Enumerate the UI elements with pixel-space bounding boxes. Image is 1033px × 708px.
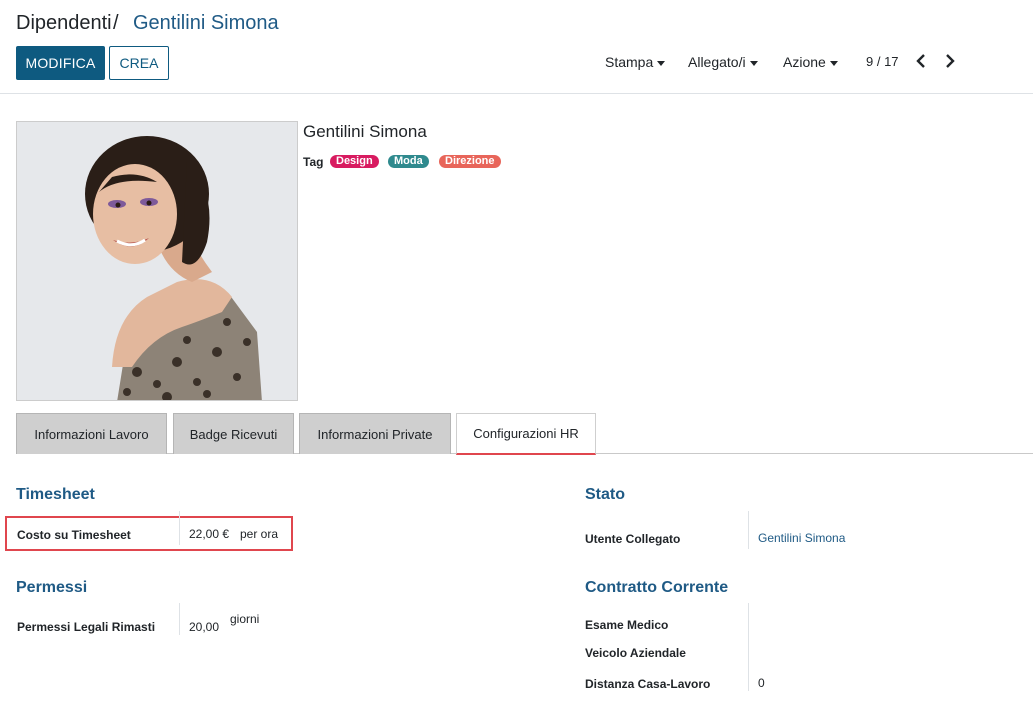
caret-down-icon [657,60,666,66]
field-separator [179,511,180,545]
linked-user-label: Utente Collegato [585,532,681,546]
legal-leaves-unit: giorni [230,612,260,626]
home-work-distance-value[interactable]: 0 [758,676,765,690]
tab-badges[interactable]: Badge Ricevuti [173,413,294,454]
create-button[interactable]: CREA [109,46,169,80]
timesheet-title: Timesheet [16,486,95,503]
home-work-distance-label: Distanza Casa-Lavoro [585,677,711,691]
breadcrumb-root[interactable]: Dipendenti [16,12,112,35]
employee-name: Gentilini Simona [303,122,427,141]
attachments-dropdown[interactable]: Allegato/i [688,54,758,70]
medical-exam-label: Esame Medico [585,618,669,632]
tag-design[interactable]: Design [330,155,379,168]
print-dropdown-label: Stampa [605,54,654,70]
legal-leaves-label: Permessi Legali Rimasti [17,620,156,634]
linked-user-link[interactable]: Gentilini Simona [758,531,845,545]
field-separator [748,603,749,691]
contract-title: Contratto Corrente [585,579,729,596]
edit-button[interactable]: MODIFICA [16,46,105,80]
field-separator [179,603,180,635]
chevron-left-icon[interactable] [913,52,929,70]
breadcrumb-separator: / [113,12,119,34]
tab-private-info[interactable]: Informazioni Private [299,413,451,454]
chevron-right-icon[interactable] [942,52,958,70]
caret-down-icon [829,60,838,66]
header-divider [0,93,1033,94]
leaves-title: Permessi [16,579,88,596]
status-title: Stato [585,486,625,503]
caret-down-icon [749,60,758,66]
field-separator [748,511,749,549]
print-dropdown[interactable]: Stampa [605,54,666,70]
attachments-dropdown-label: Allegato/i [688,54,746,70]
timesheet-cost-label: Costo su Timesheet [17,528,131,542]
tab-hr-settings[interactable]: Configurazioni HR [456,413,596,455]
company-car-label: Veicolo Aziendale [585,646,686,660]
tag-moda[interactable]: Moda [388,155,429,168]
legal-leaves-value[interactable]: 20,00 [189,620,219,634]
pager-counter[interactable]: 9 / 17 [866,54,899,69]
timesheet-cost-unit: per ora [240,527,279,541]
breadcrumb-current: Gentilini Simona [133,12,279,34]
action-dropdown-label: Azione [783,54,826,70]
action-dropdown[interactable]: Azione [783,54,838,70]
tag-direzione[interactable]: Direzione [439,155,501,168]
timesheet-cost-value[interactable]: 22,00 € [189,527,229,541]
employee-photo[interactable] [16,121,298,401]
tag-label: Tag [303,155,324,169]
tab-work-info[interactable]: Informazioni Lavoro [16,413,167,454]
